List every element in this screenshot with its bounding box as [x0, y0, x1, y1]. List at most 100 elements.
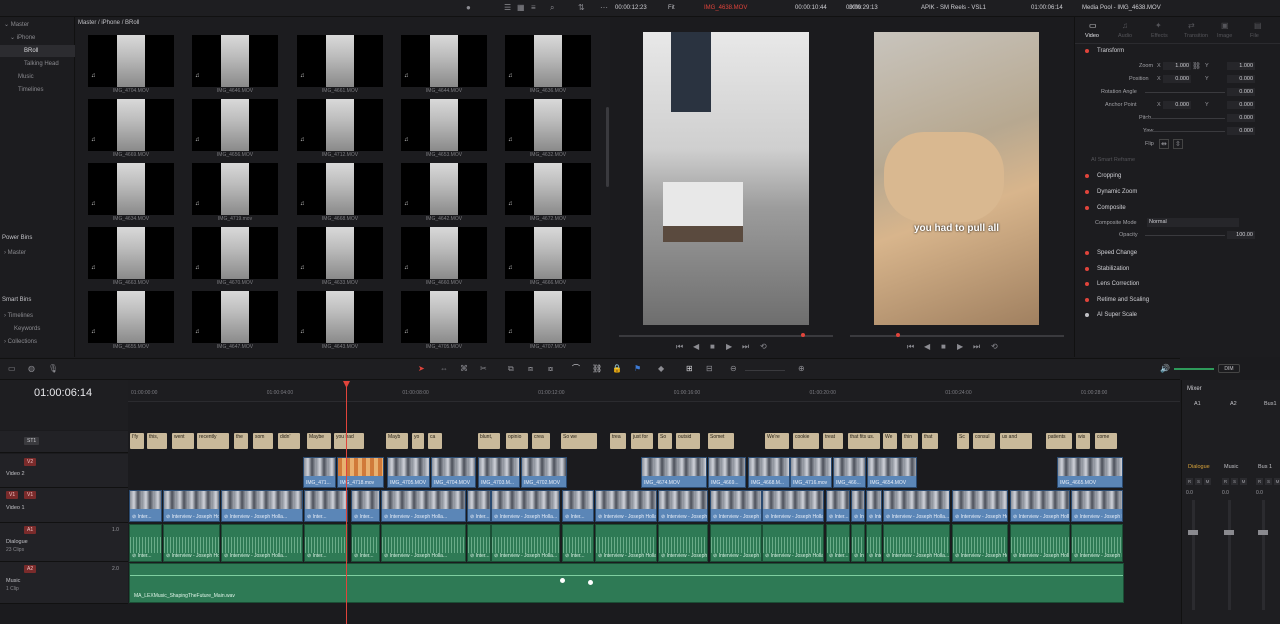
media-clip-name[interactable]: IMG_4666.MOV — [505, 280, 591, 286]
video2-clip[interactable]: IMG_4703.M... — [478, 457, 520, 488]
dynamic-zoom-section[interactable]: Dynamic Zoom — [1097, 189, 1137, 195]
marker-icon[interactable]: ◆ — [658, 365, 664, 373]
media-clip-thumbnail[interactable]: ♫ — [297, 163, 383, 215]
video2-clip[interactable]: IMG_466... — [833, 457, 866, 488]
slider-handle-icon[interactable]: ● — [466, 4, 471, 12]
mixer-fader-track[interactable] — [1262, 500, 1265, 610]
media-clip-thumbnail[interactable]: ♫ — [88, 163, 174, 215]
dialogue-clip[interactable]: ⊘ Interview - Joseph Holla... — [762, 524, 824, 562]
media-clip-thumbnail[interactable]: ♫ — [192, 35, 278, 87]
inspector-tab-effects[interactable]: Effects — [1151, 33, 1168, 39]
video1-clip[interactable]: ⊘ Interview - Joseph Holla... — [381, 490, 466, 522]
yaw-field[interactable]: 0.000 — [1227, 127, 1255, 135]
ai-smart-reframe[interactable]: AI Smart Reframe — [1091, 157, 1135, 163]
subtitle-clip[interactable]: Somet — [708, 433, 734, 449]
mixer-r-button[interactable]: R — [1256, 478, 1263, 485]
mixer-fader-knob[interactable] — [1224, 530, 1234, 535]
video1-clip[interactable]: ⊘ Inter... — [304, 490, 348, 522]
subtitle-clip[interactable]: So we — [561, 433, 597, 449]
media-clip-thumbnail[interactable]: ♫ — [88, 35, 174, 87]
subtitle-clip[interactable]: the — [234, 433, 248, 449]
subtitle-clip[interactable]: We — [883, 433, 897, 449]
stabilization-section[interactable]: Stabilization — [1097, 266, 1129, 272]
smart-bin-collections[interactable]: › Collections — [0, 336, 75, 348]
a2-track-name[interactable]: Music — [6, 578, 20, 584]
video1-clip[interactable]: ⊘ Inter... — [826, 490, 850, 522]
layout-icon[interactable]: ▭ — [8, 365, 16, 373]
media-clip-name[interactable]: IMG_4670.MOV — [192, 280, 278, 286]
media-clip-name[interactable]: IMG_4655.MOV — [88, 344, 174, 350]
media-clip-thumbnail[interactable]: ♫ — [505, 163, 591, 215]
yaw-slider[interactable] — [1145, 131, 1225, 132]
stop2-icon[interactable]: ■ — [941, 343, 946, 351]
subtitle-clip[interactable]: cookie — [793, 433, 819, 449]
position-x-field[interactable]: 0.000 — [1163, 75, 1191, 83]
link-clips-icon[interactable]: ⛓ — [592, 365, 602, 373]
grid-view-icon[interactable]: ▦ — [517, 4, 525, 12]
mixer-m-button[interactable]: M — [1204, 478, 1211, 485]
video1-clip[interactable]: ⊘ Interview - Joseph Holla... — [658, 490, 708, 522]
video2-clip[interactable]: IMG_4705.MOV — [387, 457, 430, 488]
mixer-r-button[interactable]: R — [1222, 478, 1229, 485]
dialogue-clip[interactable]: ⊘ Inter... — [851, 524, 865, 562]
master-volume-slider[interactable] — [1174, 368, 1214, 370]
dialogue-clip[interactable]: ⊘ Interview - Joseph Holla... — [163, 524, 220, 562]
media-clip-thumbnail[interactable]: ♫ — [88, 291, 174, 343]
video1-clip[interactable]: ⊘ Interview - Joseph Holla... — [1010, 490, 1070, 522]
bin-music[interactable]: Music — [0, 71, 75, 83]
video2-clip[interactable]: IMG_4668.M... — [748, 457, 790, 488]
mixer-channel-name[interactable]: Bus 1 — [1258, 464, 1272, 470]
music-clip[interactable]: MA_LEXMusic_ShapingTheFuture_Main.wav — [129, 563, 1124, 603]
lens-correction-enable[interactable] — [1085, 282, 1089, 286]
composite-section[interactable]: Composite — [1097, 205, 1126, 211]
more-icon[interactable]: ⋯ — [600, 4, 608, 12]
a1-track-name[interactable]: Dialogue — [6, 539, 28, 545]
retime-enable[interactable] — [1085, 298, 1089, 302]
media-clip-thumbnail[interactable]: ♫ — [192, 163, 278, 215]
subtitle-clip[interactable]: thin — [902, 433, 918, 449]
dialogue-clip[interactable]: ⊘ Interview - Joseph Holla... — [381, 524, 466, 562]
video1-clip[interactable]: ⊘ Inter... — [467, 490, 491, 522]
power-bin-master[interactable]: › Master — [0, 247, 75, 259]
media-clip-thumbnail[interactable]: ♫ — [192, 291, 278, 343]
timeline-scrubber[interactable] — [850, 335, 1064, 337]
filmstrip-view-icon[interactable]: ≡ — [531, 4, 536, 12]
media-clip-thumbnail[interactable]: ♫ — [401, 99, 487, 151]
inspector-tab-file-icon[interactable]: ▤ — [1254, 21, 1262, 30]
pitch-field[interactable]: 0.000 — [1227, 114, 1255, 122]
pool-scrollbar[interactable] — [606, 107, 609, 187]
anchor-y-field[interactable]: 0.000 — [1227, 101, 1255, 109]
list-view-icon[interactable]: ☰ — [504, 4, 511, 12]
video1-clip[interactable]: ⊘ Interview - Joseph Holla... — [710, 490, 762, 522]
bin-broll[interactable]: BRoll — [0, 45, 75, 57]
rev-play-icon[interactable]: ◀ — [924, 343, 930, 351]
mixer-s-button[interactable]: S — [1265, 478, 1272, 485]
inspector-tab-effects-icon[interactable]: ✦ — [1155, 21, 1162, 30]
position-y-field[interactable]: 0.000 — [1227, 75, 1255, 83]
mixer-s-button[interactable]: S — [1195, 478, 1202, 485]
subtitle-clip[interactable]: blunt, — [478, 433, 500, 449]
subtitle-clip[interactable]: outsid — [676, 433, 700, 449]
video2-clip[interactable]: IMG_4704.MOV — [431, 457, 476, 488]
video2-clip[interactable]: IMG_4665.MOV — [1057, 457, 1123, 488]
subtitle-clip[interactable]: yo — [412, 433, 424, 449]
replace-icon[interactable]: ⧇ — [548, 365, 553, 373]
video1-clip[interactable]: ⊘ Interview - Joseph Holla... — [491, 490, 560, 522]
retime-section[interactable]: Retime and Scaling — [1097, 297, 1149, 303]
search-icon[interactable]: ⌕ — [550, 4, 554, 12]
subtitle-clip[interactable]: recently — [197, 433, 229, 449]
bin-timelines[interactable]: Timelines — [0, 84, 75, 96]
subtitle-clip[interactable]: come — [1095, 433, 1117, 449]
inspector-tab-audio-icon[interactable]: ♫ — [1122, 21, 1128, 30]
media-clip-name[interactable]: IMG_4668.MOV — [297, 216, 383, 222]
sort-icon[interactable]: ⇅ — [578, 4, 585, 12]
cropping-enable[interactable] — [1085, 174, 1089, 178]
media-clip-name[interactable]: IMG_4672.MOV — [505, 216, 591, 222]
zoom-dropdown[interactable]: 30% — [849, 5, 861, 11]
media-clip-name[interactable]: IMG_4712.MOV — [297, 152, 383, 158]
video1-clip[interactable]: ⊘ Inter... — [562, 490, 594, 522]
trim-tool-icon[interactable]: ⇔ — [440, 365, 448, 373]
opacity-slider[interactable] — [1145, 235, 1225, 236]
timeline-playhead[interactable] — [346, 384, 347, 624]
media-clip-name[interactable]: IMG_4634.MOV — [88, 216, 174, 222]
